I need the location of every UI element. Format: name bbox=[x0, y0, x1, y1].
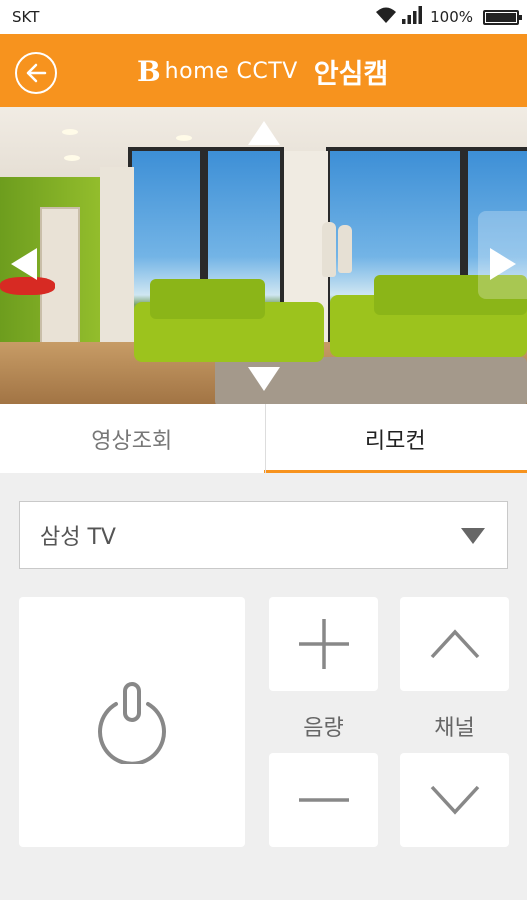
status-icons: 100% bbox=[374, 5, 522, 29]
power-icon bbox=[98, 682, 166, 764]
pan-up-icon[interactable] bbox=[248, 121, 280, 145]
chevron-up-icon bbox=[430, 629, 479, 659]
minus-icon bbox=[298, 798, 349, 802]
tab-video-view[interactable]: 영상조회 bbox=[0, 404, 264, 473]
status-bar: SKT 100% bbox=[0, 0, 527, 34]
channel-label: 채널 bbox=[434, 716, 475, 741]
camera-video-feed[interactable] bbox=[0, 107, 527, 404]
scene-light bbox=[176, 135, 192, 141]
scene-light bbox=[62, 129, 78, 135]
wifi-icon bbox=[374, 6, 398, 28]
back-button[interactable] bbox=[15, 52, 57, 94]
volume-up-button[interactable] bbox=[269, 597, 378, 691]
device-select-value: 삼성 TV bbox=[40, 525, 116, 550]
pan-down-icon[interactable] bbox=[248, 367, 280, 391]
volume-label: 음량 bbox=[303, 716, 344, 741]
scene-door bbox=[40, 207, 80, 347]
power-button[interactable] bbox=[19, 597, 245, 847]
scene-vase bbox=[322, 222, 336, 277]
volume-down-button[interactable] bbox=[269, 753, 378, 847]
battery-icon bbox=[483, 9, 522, 25]
device-select[interactable]: 삼성 TV bbox=[19, 501, 508, 569]
tab-divider bbox=[265, 404, 266, 473]
signal-icon bbox=[402, 6, 424, 28]
tab-bar: 영상조회 리모컨 bbox=[0, 404, 527, 473]
logo-mark: B bbox=[137, 54, 161, 88]
battery-fill bbox=[486, 12, 516, 22]
chevron-down-icon bbox=[430, 785, 479, 815]
back-arrow-circle-icon bbox=[26, 63, 47, 83]
logo-text: home CCTV bbox=[164, 58, 298, 84]
app-logo: B home CCTV 안심캠 bbox=[137, 46, 388, 96]
page-title: 안심캠 bbox=[313, 58, 389, 90]
pan-right-icon[interactable] bbox=[490, 248, 516, 280]
scene-sofa-back bbox=[150, 279, 265, 319]
scene-light bbox=[64, 155, 80, 161]
battery-percent: 100% bbox=[430, 8, 473, 26]
plus-icon bbox=[298, 619, 349, 669]
app-header: B home CCTV 안심캠 bbox=[0, 34, 527, 107]
channel-up-button[interactable] bbox=[400, 597, 509, 691]
carrier-name: SKT bbox=[12, 8, 40, 26]
dropdown-caret-icon bbox=[461, 528, 485, 544]
scene-vase bbox=[338, 225, 352, 273]
channel-down-button[interactable] bbox=[400, 753, 509, 847]
pan-left-icon[interactable] bbox=[11, 248, 37, 280]
tab-remote[interactable]: 리모컨 bbox=[263, 404, 527, 473]
